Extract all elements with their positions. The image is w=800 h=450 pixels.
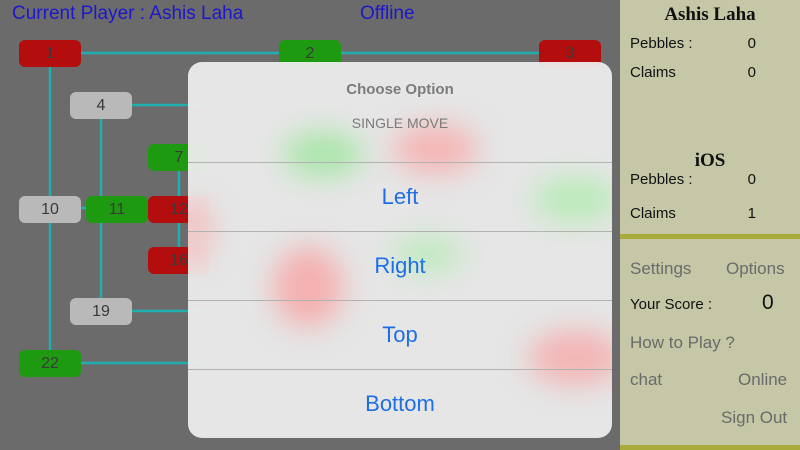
claims-value: 0 xyxy=(747,64,756,81)
pebbles-label: Pebbles : xyxy=(630,171,693,188)
pebbles-value: 0 xyxy=(747,35,756,52)
score-value: 0 xyxy=(762,291,774,314)
options-button[interactable]: Options xyxy=(726,259,785,279)
how-to-play-button[interactable]: How to Play ? xyxy=(630,333,735,353)
claims-label: Claims xyxy=(630,205,676,222)
online-button[interactable]: Online xyxy=(738,370,787,390)
board-node-19[interactable]: 19 xyxy=(70,298,132,325)
sheet-header: Choose Option SINGLE MOVE xyxy=(188,62,612,162)
option-right-button[interactable]: Right xyxy=(188,231,612,300)
sign-out-button[interactable]: Sign Out xyxy=(721,408,787,428)
connection-mode-label: Offline xyxy=(360,3,415,24)
score-label: Your Score : xyxy=(630,296,712,313)
pebbles-value: 0 xyxy=(747,171,756,188)
player-card-2: iOS xyxy=(620,150,800,172)
panel-divider xyxy=(620,234,800,239)
option-bottom-button[interactable]: Bottom xyxy=(188,369,612,438)
claims-row: Claims 1 xyxy=(630,205,756,222)
current-player-label: Current Player : Ashis Laha xyxy=(12,3,244,24)
player-card-1: Ashis Laha xyxy=(620,4,800,26)
panel-divider xyxy=(620,445,800,450)
sheet-title: Choose Option xyxy=(346,81,454,98)
board-node-11[interactable]: 11 xyxy=(86,196,148,223)
board-node-10[interactable]: 10 xyxy=(19,196,81,223)
board-node-22[interactable]: 22 xyxy=(19,350,81,377)
sheet-subtitle: SINGLE MOVE xyxy=(351,115,449,131)
pebbles-row: Pebbles : 0 xyxy=(630,35,756,52)
settings-button[interactable]: Settings xyxy=(630,259,691,279)
claims-value: 1 xyxy=(747,205,756,222)
choose-option-sheet: Choose Option SINGLE MOVE Left Right Top… xyxy=(188,62,612,438)
player-name: iOS xyxy=(694,150,726,171)
claims-label: Claims xyxy=(630,64,676,81)
player-name: Ashis Laha xyxy=(664,4,756,25)
claims-row: Claims 0 xyxy=(630,64,756,81)
pebbles-row: Pebbles : 0 xyxy=(630,171,756,188)
board-node-4[interactable]: 4 xyxy=(70,92,132,119)
option-top-button[interactable]: Top xyxy=(188,300,612,369)
option-left-button[interactable]: Left xyxy=(188,162,612,231)
board-node-1[interactable]: 1 xyxy=(19,40,81,67)
pebbles-label: Pebbles : xyxy=(630,35,693,52)
chat-button[interactable]: chat xyxy=(630,370,662,390)
side-panel: Ashis Laha Pebbles : 0 Claims 0 iOS Pebb… xyxy=(620,0,800,450)
